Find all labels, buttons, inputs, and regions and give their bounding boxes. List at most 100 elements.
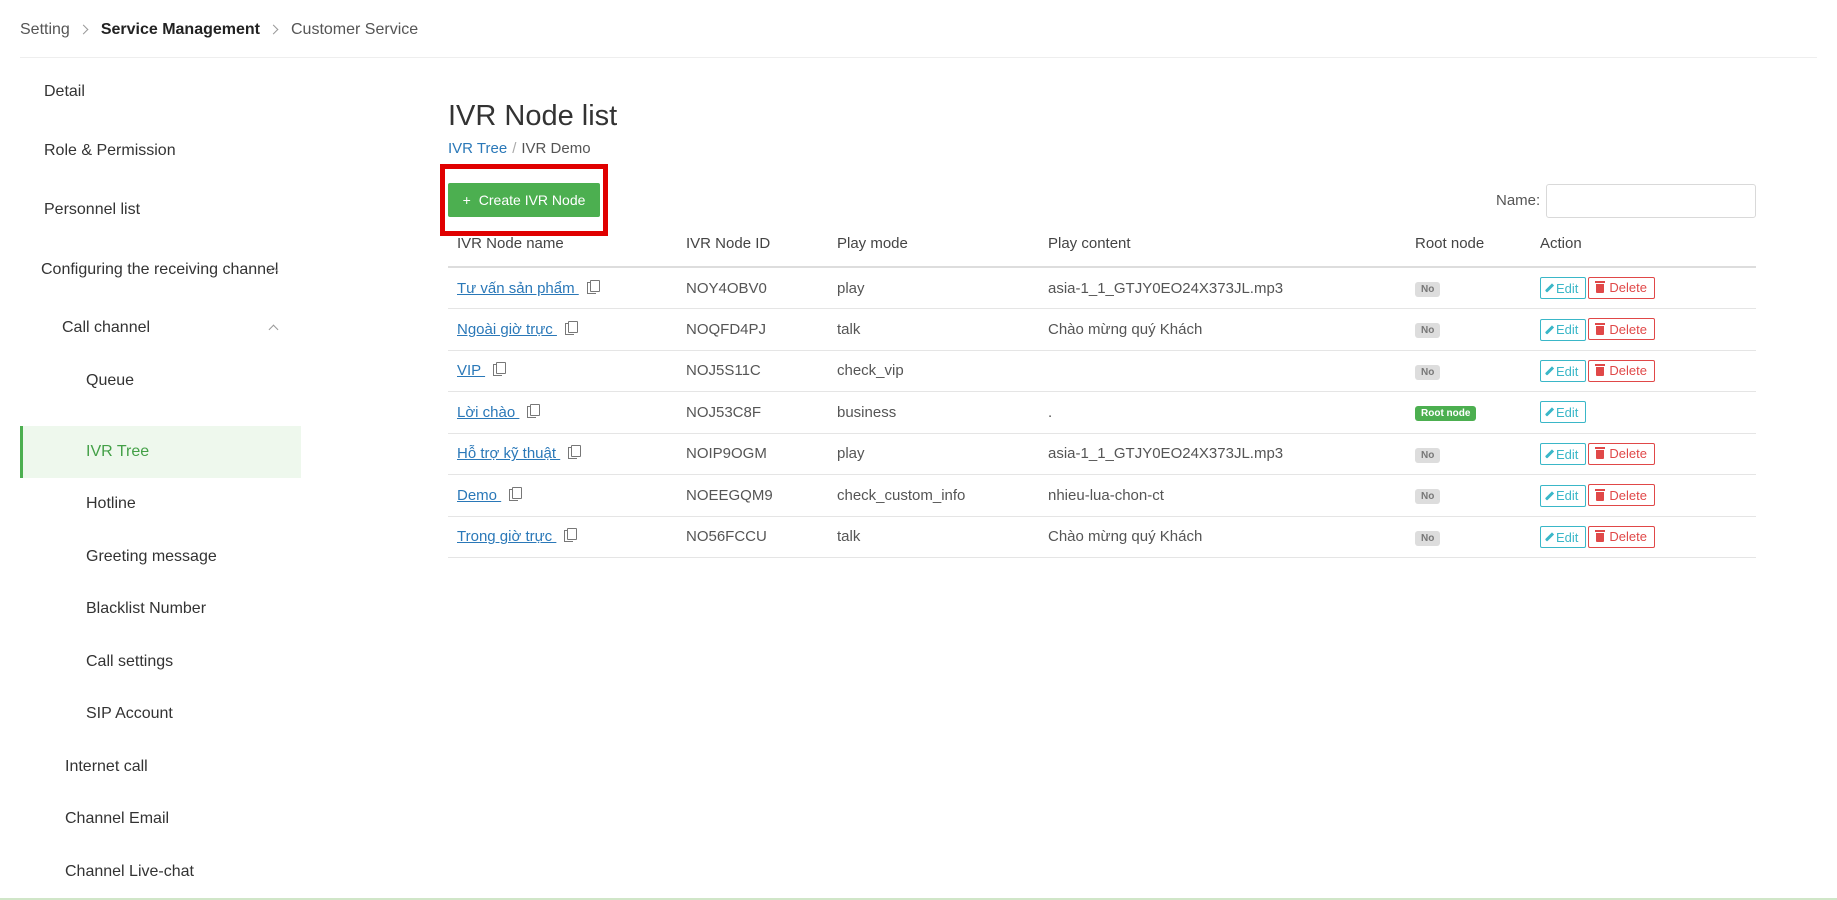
node-name-link[interactable]: VIP xyxy=(457,362,485,379)
sidebar-item-label: Greeting message xyxy=(86,548,217,565)
sidebar-item-personnel-list[interactable]: Personnel list xyxy=(20,184,301,236)
copy-icon[interactable] xyxy=(568,445,582,460)
cell-play-content: asia-1_1_GTJY0EO24X373JL.mp3 xyxy=(1039,433,1406,475)
column-header-action: Action xyxy=(1531,221,1756,268)
pencil-icon xyxy=(1544,490,1555,501)
sidebar-item-channel-live-chat[interactable]: Channel Live-chat xyxy=(20,846,301,898)
sub-breadcrumb-current: IVR Demo xyxy=(521,140,591,157)
cell-play-mode: talk xyxy=(828,516,1039,558)
trash-icon xyxy=(1595,488,1606,501)
sidebar-item-configuring-channel[interactable]: Configuring the receiving channel xyxy=(20,244,301,296)
edit-button[interactable]: Edit xyxy=(1540,526,1587,548)
cell-node-name: Tư vấn sản phẩm xyxy=(448,267,677,309)
sidebar-item-call-channel[interactable]: Call channel xyxy=(20,302,301,354)
cell-root-node: Root node xyxy=(1406,391,1531,434)
node-name-link[interactable]: Trong giờ trực xyxy=(457,528,556,545)
cell-action: Edit Delete xyxy=(1531,474,1756,517)
sidebar-item-queue[interactable]: Queue xyxy=(20,355,301,407)
cell-node-id: NOEEGQM9 xyxy=(677,474,828,517)
sidebar-item-call-settings[interactable]: Call settings xyxy=(20,636,301,688)
sidebar-item-greeting-message[interactable]: Greeting message xyxy=(20,531,301,583)
root-node-badge: No xyxy=(1415,364,1441,380)
sidebar-item-label: Queue xyxy=(86,372,135,389)
cell-play-mode: play xyxy=(828,267,1039,309)
copy-icon[interactable] xyxy=(509,486,523,501)
delete-label: Delete xyxy=(1609,529,1647,544)
cell-node-name: Ngoài giờ trực xyxy=(448,308,677,351)
sidebar-item-ivr-tree[interactable]: IVR Tree xyxy=(20,426,301,478)
node-name-link[interactable]: Hỗ trợ kỹ thuật xyxy=(457,445,560,462)
copy-icon[interactable] xyxy=(586,279,600,294)
sidebar-item-detail[interactable]: Detail xyxy=(20,66,301,118)
breadcrumb-item-setting[interactable]: Setting xyxy=(20,21,70,39)
sidebar-item-sip-account[interactable]: SIP Account xyxy=(20,688,301,740)
cell-root-node: No xyxy=(1406,474,1531,517)
copy-icon[interactable] xyxy=(564,528,578,543)
breadcrumb: Setting Service Management Customer Serv… xyxy=(20,0,1817,58)
edit-button[interactable]: Edit xyxy=(1540,277,1587,300)
name-filter-input[interactable] xyxy=(1546,184,1756,218)
sidebar-item-role-permission[interactable]: Role & Permission xyxy=(20,125,301,177)
cell-node-name: Hỗ trợ kỹ thuật xyxy=(448,433,677,475)
sidebar-item-hotline[interactable]: Hotline xyxy=(20,478,301,530)
delete-button[interactable]: Delete xyxy=(1588,525,1655,548)
chevron-up-icon xyxy=(268,324,279,335)
trash-icon xyxy=(1595,281,1606,294)
sidebar-item-blacklist-number[interactable]: Blacklist Number xyxy=(20,583,301,635)
delete-label: Delete xyxy=(1609,363,1647,378)
sidebar: Detail Role & Permission Personnel list … xyxy=(20,58,301,900)
delete-button[interactable]: Delete xyxy=(1588,318,1655,340)
root-node-badge: No xyxy=(1415,282,1441,297)
breadcrumb-item-service-management[interactable]: Service Management xyxy=(101,21,260,39)
node-name-link[interactable]: Demo xyxy=(457,487,501,504)
root-node-badge: No xyxy=(1415,530,1441,546)
sidebar-item-label: Call settings xyxy=(86,653,174,670)
delete-button[interactable]: Delete xyxy=(1588,276,1655,299)
column-header-node-id: IVR Node ID xyxy=(677,221,828,268)
edit-button[interactable]: Edit xyxy=(1540,360,1587,382)
cell-root-node: No xyxy=(1406,350,1531,392)
delete-button[interactable]: Delete xyxy=(1588,442,1655,465)
cell-action: Edit Delete xyxy=(1531,308,1756,351)
sidebar-item-label: Hotline xyxy=(86,495,136,512)
sidebar-item-label: IVR Tree xyxy=(86,443,150,460)
delete-button[interactable]: Delete xyxy=(1588,359,1655,382)
sub-breadcrumb: IVR Tree / IVR Demo xyxy=(448,140,591,157)
delete-button[interactable]: Delete xyxy=(1588,484,1655,506)
table-row: VIP NOJ5S11C check_vip No Edit Delete xyxy=(448,350,1756,392)
edit-button[interactable]: Edit xyxy=(1540,484,1587,507)
cell-play-mode: play xyxy=(828,433,1039,475)
node-name-link[interactable]: Lời chào xyxy=(457,404,519,421)
node-name-link[interactable]: Ngoài giờ trực xyxy=(457,321,557,338)
copy-icon[interactable] xyxy=(493,362,507,377)
pencil-icon xyxy=(1544,449,1555,459)
pencil-icon xyxy=(1544,407,1555,417)
copy-icon[interactable] xyxy=(527,403,541,418)
cell-node-name: Lời chào xyxy=(448,391,677,434)
cell-node-name: Trong giờ trực xyxy=(448,516,677,558)
cell-root-node: No xyxy=(1406,433,1531,475)
column-header-node-name: IVR Node name xyxy=(448,221,677,268)
edit-label: Edit xyxy=(1556,446,1579,462)
sub-breadcrumb-link-ivr-tree[interactable]: IVR Tree xyxy=(448,140,507,157)
edit-button[interactable]: Edit xyxy=(1540,401,1587,424)
cell-action: Edit Delete xyxy=(1531,516,1756,558)
sidebar-item-label: Internet call xyxy=(65,758,148,775)
root-node-badge: No xyxy=(1415,489,1441,505)
root-node-badge: No xyxy=(1415,447,1441,463)
copy-icon[interactable] xyxy=(564,320,578,335)
cell-action: Edit xyxy=(1531,391,1756,434)
breadcrumb-item-customer-service: Customer Service xyxy=(291,20,419,38)
node-name-link[interactable]: Tư vấn sản phẩm xyxy=(457,280,579,297)
sidebar-item-channel-email[interactable]: Channel Email xyxy=(20,793,301,845)
create-ivr-node-label: Create IVR Node xyxy=(478,192,586,208)
cell-node-id: NOJ53C8F xyxy=(677,391,828,434)
cell-node-id: NOY4OBV0 xyxy=(677,267,828,309)
cell-play-mode: business xyxy=(828,391,1039,434)
ivr-node-table: IVR Node name IVR Node ID Play mode Play… xyxy=(448,221,1756,558)
edit-button[interactable]: Edit xyxy=(1540,443,1587,465)
edit-button[interactable]: Edit xyxy=(1540,318,1587,341)
sidebar-item-internet-call[interactable]: Internet call xyxy=(20,741,301,793)
create-ivr-node-button[interactable]: + Create IVR Node xyxy=(448,183,600,217)
cell-play-content xyxy=(1039,350,1406,392)
